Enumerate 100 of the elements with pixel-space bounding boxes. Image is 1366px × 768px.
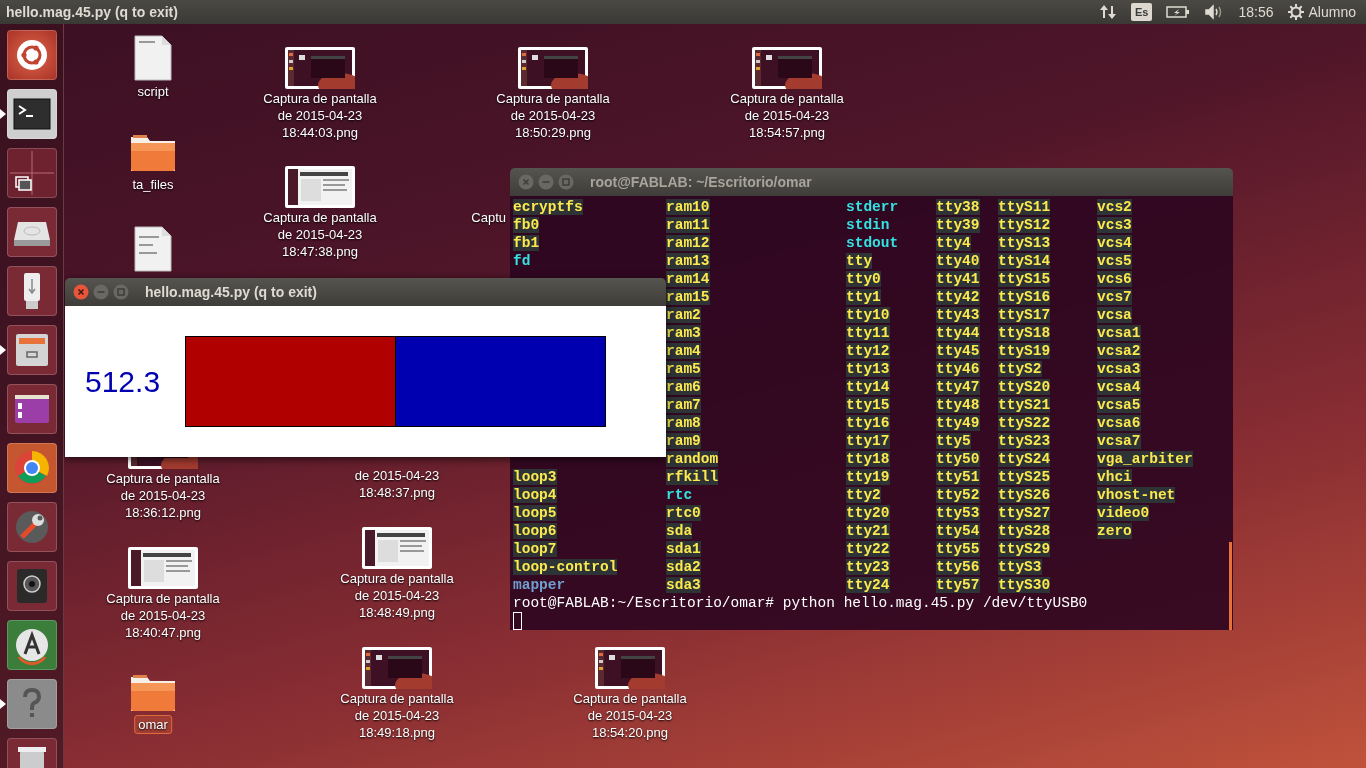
file-name: vcs2 <box>1097 199 1132 215</box>
file-name: sda3 <box>666 577 701 593</box>
icon-label[interactable]: Captu <box>467 208 510 227</box>
file-name: tty42 <box>936 289 980 305</box>
file-name: tty50 <box>936 451 980 467</box>
file-name: tty15 <box>846 397 890 413</box>
launcher-item[interactable] <box>7 266 57 316</box>
file-name: video0 <box>1097 505 1150 521</box>
icon-label[interactable]: ta_files <box>128 175 178 194</box>
folder-icon[interactable] <box>129 673 177 713</box>
battery-icon[interactable] <box>1166 5 1191 19</box>
clock[interactable]: 18:56 <box>1238 1 1274 23</box>
file-name: ram10 <box>666 199 710 215</box>
file-name: loop7 <box>513 541 557 557</box>
file-name: tty55 <box>936 541 980 557</box>
file-name: loop5 <box>513 505 557 521</box>
file-name: tty5 <box>936 433 971 449</box>
icon-label[interactable]: de 2015-04-23 18:48:37.png <box>350 466 444 502</box>
file-name: sda <box>666 523 693 539</box>
file-name: tty12 <box>846 343 890 359</box>
icon-label[interactable]: Captura de pantalla de 2015-04-23 18:54:57.png <box>726 89 848 142</box>
file-name: tty18 <box>846 451 890 467</box>
window-title: hello.mag.45.py (q to exit) <box>6 2 178 22</box>
launcher-item[interactable] <box>7 620 57 670</box>
file-name: tty52 <box>936 487 980 503</box>
icon-label[interactable]: Captura de pantalla de 2015-04-23 18:49:18.png <box>336 689 458 742</box>
file-name: sda1 <box>666 541 701 557</box>
file-name: tty22 <box>846 541 890 557</box>
launcher-item[interactable] <box>7 384 57 434</box>
file-name: ttyS22 <box>998 415 1051 431</box>
file-name: tty57 <box>936 577 980 593</box>
file-name: sda2 <box>666 559 701 575</box>
file-name: tty48 <box>936 397 980 413</box>
launcher-item[interactable] <box>7 30 57 80</box>
file-name: vcs5 <box>1097 253 1132 269</box>
launcher-item[interactable] <box>7 89 57 139</box>
icon-label[interactable]: Captura de pantalla de 2015-04-23 18:48:49.png <box>336 569 458 622</box>
file-name: ttyS12 <box>998 217 1051 233</box>
keyboard-layout-indicator[interactable]: Es <box>1131 3 1153 21</box>
launcher-item[interactable] <box>7 502 57 552</box>
file-name: ram4 <box>666 343 701 359</box>
file-name: stderr <box>846 199 899 215</box>
file-name: ttyS21 <box>998 397 1051 413</box>
icon-label[interactable]: Captura de pantalla de 2015-04-23 18:54:20.png <box>569 689 691 742</box>
scrollbar[interactable] <box>1229 542 1232 630</box>
file-name: ram9 <box>666 433 701 449</box>
file-name: tty24 <box>846 577 890 593</box>
user-name[interactable]: Alumno <box>1308 1 1356 23</box>
file-name: rtc0 <box>666 505 701 521</box>
launcher-item[interactable] <box>7 325 57 375</box>
file-name: ttyS24 <box>998 451 1051 467</box>
file-name: tty46 <box>936 361 980 377</box>
launcher-item[interactable] <box>7 207 57 257</box>
file-name: vcsa3 <box>1097 361 1141 377</box>
file-name: tty51 <box>936 469 980 485</box>
close-button[interactable] <box>73 284 89 300</box>
file-name: tty54 <box>936 523 980 539</box>
icon-label[interactable]: Captura de pantalla de 2015-04-23 18:36:12.png <box>102 469 224 522</box>
workspace-grid-icon <box>10 151 54 195</box>
file-name: vcsa <box>1097 307 1132 323</box>
file-name: tty44 <box>936 325 980 341</box>
network-arrows-icon[interactable] <box>1099 4 1117 20</box>
file-name: tty49 <box>936 415 980 431</box>
document-icon[interactable] <box>134 35 172 81</box>
launcher-item[interactable] <box>7 148 57 198</box>
file-name: tty23 <box>846 559 890 575</box>
file-name: vhci <box>1097 469 1132 485</box>
file-name: rtc <box>666 487 693 503</box>
file-name: tty <box>846 253 873 269</box>
icon-label[interactable]: Captura de pantalla de 2015-04-23 18:44:03.png <box>259 89 381 142</box>
file-name: ttyS23 <box>998 433 1051 449</box>
icon-label[interactable]: Captura de pantalla de 2015-04-23 18:50:29.png <box>492 89 614 142</box>
icon-label[interactable]: omar <box>134 715 172 734</box>
file-name: ttyS15 <box>998 271 1051 287</box>
file-name: tty11 <box>846 325 890 341</box>
file-name: vcsa1 <box>1097 325 1141 341</box>
code-file-icon[interactable] <box>134 226 172 272</box>
folder-icon[interactable] <box>129 133 177 173</box>
file-name: vcsa7 <box>1097 433 1141 449</box>
file-name: ttyS11 <box>998 199 1051 215</box>
file-name: tty13 <box>846 361 890 377</box>
file-name: ram8 <box>666 415 701 431</box>
file-name: ttyS28 <box>998 523 1051 539</box>
file-name: ram12 <box>666 235 710 251</box>
icon-label[interactable]: Captura de pantalla de 2015-04-23 18:47:38.png <box>259 208 381 261</box>
file-name: stdout <box>846 235 899 251</box>
settings-icon[interactable] <box>1287 4 1304 20</box>
file-name: ttyS13 <box>998 235 1051 251</box>
file-name: tty19 <box>846 469 890 485</box>
file-name: ttyS18 <box>998 325 1051 341</box>
icon-label[interactable]: Captura de pantalla de 2015-04-23 18:40:47.png <box>102 589 224 642</box>
file-name: vcsa6 <box>1097 415 1141 431</box>
file-name: tty39 <box>936 217 980 233</box>
file-name: vcs3 <box>1097 217 1132 233</box>
launcher-item[interactable] <box>7 561 57 611</box>
icon-label[interactable]: script <box>133 82 173 101</box>
file-name: tty1 <box>846 289 881 305</box>
file-name: tty53 <box>936 505 980 521</box>
file-name: vcsa5 <box>1097 397 1141 413</box>
file-name: ecryptfs <box>513 199 583 215</box>
